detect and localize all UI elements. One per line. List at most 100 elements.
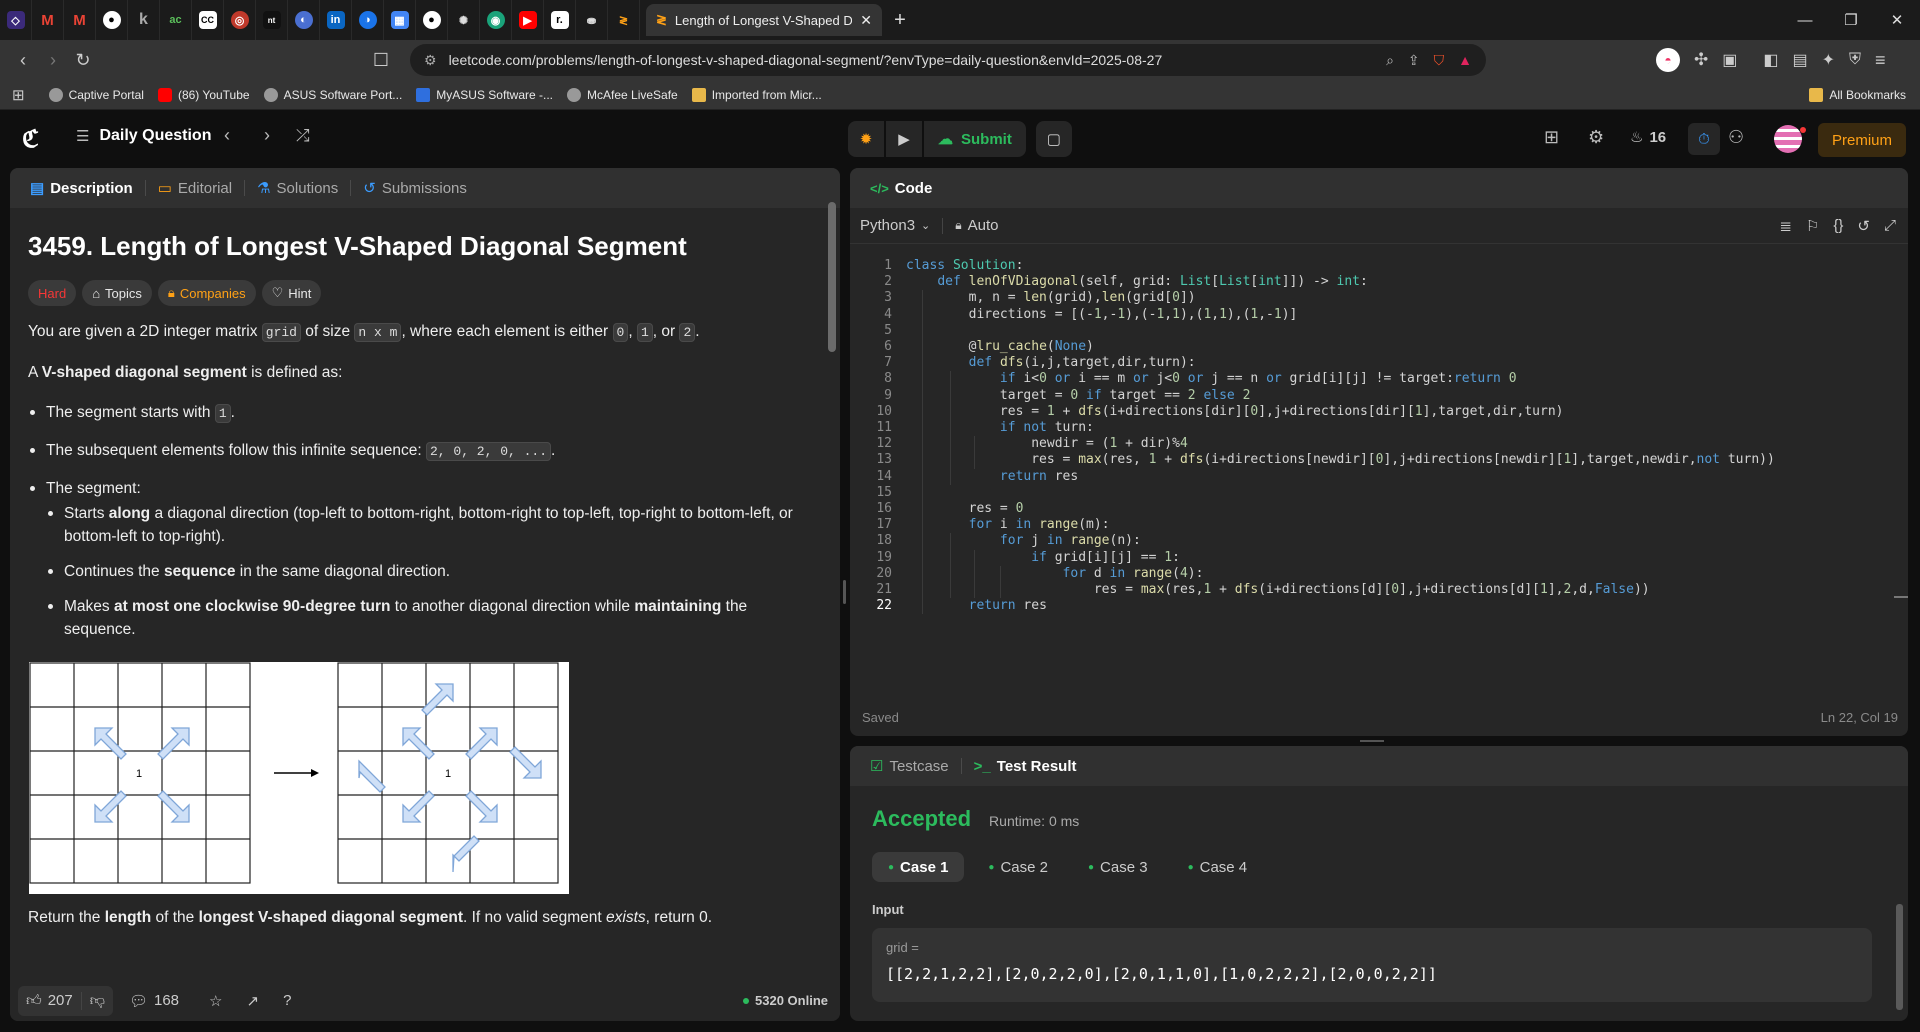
description-scrollbar[interactable] <box>828 178 836 978</box>
case-tab[interactable]: ● Case 1 <box>872 852 965 882</box>
bookmark-mcafee[interactable]: McAfee LiveSafe <box>567 87 678 102</box>
bookmark-icon[interactable]: ⚐ <box>1806 217 1819 235</box>
close-tab-icon[interactable]: ✕ <box>860 12 872 29</box>
case-tab[interactable]: ● Case 4 <box>1172 852 1264 882</box>
bookmark-captive-portal[interactable]: Captive Portal <box>48 87 144 102</box>
leo-ai-icon[interactable]: ✦ <box>1822 50 1835 70</box>
pinned-tab[interactable]: CC <box>192 0 224 40</box>
timer-icon[interactable]: ⏱ <box>1688 123 1720 155</box>
sidebar-icon[interactable]: ◧ <box>1763 50 1778 70</box>
pinned-tab[interactable]: nt <box>256 0 288 40</box>
pinned-tab[interactable]: ◇ <box>0 0 32 40</box>
pinned-tab[interactable]: in <box>320 0 352 40</box>
tab-code[interactable]: </> Code <box>864 180 938 197</box>
pinned-tab[interactable]: ▶ <box>512 0 544 40</box>
panel-resize-handle[interactable] <box>843 580 846 604</box>
tab-testcase[interactable]: ☑ Testcase <box>864 757 955 776</box>
pinned-tab[interactable]: ● <box>96 0 128 40</box>
expand-icon[interactable]: ⤢ <box>1884 217 1896 234</box>
pinned-tab[interactable]: ◉ <box>480 0 512 40</box>
back-icon[interactable]: ‹ <box>8 45 38 75</box>
thumbs-down-icon[interactable]: 👎︎ <box>80 991 113 1010</box>
layout-icon[interactable]: ⊞ <box>1544 127 1559 148</box>
difficulty-badge[interactable]: Hard <box>28 280 77 306</box>
site-info-icon[interactable]: ⚙ <box>424 52 437 69</box>
leetcode-logo[interactable]: ℭ <box>22 125 39 154</box>
apps-icon[interactable]: ⊞ <box>12 86 25 104</box>
close-window-icon[interactable]: ✕ <box>1874 0 1920 40</box>
pinned-tab[interactable]: ⛂ <box>576 0 608 40</box>
input-box[interactable]: grid = [[2,2,1,2,2],[2,0,2,2,0],[2,0,1,1… <box>872 928 1872 1002</box>
pinned-tab[interactable]: ▦ <box>384 0 416 40</box>
add-friend-icon[interactable]: ⚇ <box>1728 127 1744 148</box>
minimize-icon[interactable]: — <box>1782 0 1828 40</box>
debug-button[interactable]: ✹ <box>848 121 884 157</box>
user-avatar[interactable] <box>1774 125 1802 153</box>
topics-tag[interactable]: ⌂ Topics <box>82 280 152 306</box>
help-icon[interactable]: ? <box>283 992 291 1009</box>
shuffle-icon[interactable]: ⤮ <box>296 126 310 146</box>
settings-icon[interactable]: ⚙ <box>1588 127 1604 148</box>
next-question-icon[interactable]: › <box>264 125 270 146</box>
pinned-tab[interactable]: ◎ <box>224 0 256 40</box>
address-bar[interactable]: ⚙ leetcode.com/problems/length-of-longes… <box>410 44 1486 76</box>
run-button[interactable]: ▶ <box>886 121 922 157</box>
notes-button[interactable]: ▢ <box>1035 121 1072 157</box>
reload-icon[interactable]: ↻ <box>68 45 98 75</box>
bookmark-myasus[interactable]: MyASUS Software -... <box>416 87 553 102</box>
tab-solutions[interactable]: ⚗ Solutions <box>251 179 344 198</box>
result-scrollbar[interactable] <box>1896 904 1903 1010</box>
prev-question-icon[interactable]: ‹ <box>224 125 230 146</box>
pinned-tab[interactable]: r. <box>544 0 576 40</box>
submit-button[interactable]: ☁ Submit <box>924 121 1026 157</box>
bookmark-youtube[interactable]: (86) YouTube <box>157 87 250 102</box>
brave-shield-icon[interactable]: ⛉ <box>1434 52 1445 69</box>
pinned-tab[interactable]: M <box>32 0 64 40</box>
tab-test-result[interactable]: >_ Test Result <box>968 758 1083 775</box>
pinned-tab[interactable]: ac <box>160 0 192 40</box>
auto-mode[interactable]: 🔒︎ Auto <box>955 217 998 234</box>
share-icon[interactable]: ↗ <box>246 992 259 1010</box>
restore-icon[interactable]: ❐ <box>1828 0 1874 40</box>
screenshot-icon[interactable]: ▣ <box>1722 50 1737 70</box>
case-tab[interactable]: ● Case 3 <box>1072 852 1164 882</box>
active-tab[interactable]: ≷ Length of Longest V-Shaped Dia ✕ <box>646 4 882 36</box>
brave-rewards-icon[interactable]: ▲ <box>1458 52 1472 68</box>
pinned-tab[interactable]: k <box>128 0 160 40</box>
pinned-tab[interactable]: ◑ <box>352 0 384 40</box>
extensions-icon[interactable]: ✣ <box>1694 50 1708 70</box>
forward-icon[interactable]: › <box>38 45 68 75</box>
language-select[interactable]: Python3 ⌄ <box>860 217 930 234</box>
zoom-icon[interactable]: ⌕ <box>1386 52 1394 69</box>
premium-button[interactable]: Premium <box>1818 123 1907 157</box>
streak-counter[interactable]: ♨ 16 <box>1630 128 1666 147</box>
comments-button[interactable]: 💬︎ 168 <box>129 992 179 1010</box>
profile-avatar[interactable]: ◓ <box>1656 48 1680 72</box>
new-tab-icon[interactable]: + <box>882 0 918 40</box>
format-icon[interactable]: ≣ <box>1779 217 1792 235</box>
all-bookmarks[interactable]: All Bookmarks <box>1809 87 1906 102</box>
pinned-tab[interactable]: ● <box>416 0 448 40</box>
braces-icon[interactable]: {} <box>1833 217 1843 234</box>
like-part[interactable]: 👍︎ 207 <box>18 992 81 1010</box>
hint-tag[interactable]: ♡ Hint <box>261 280 322 306</box>
pinned-tab[interactable]: ✺ <box>448 0 480 40</box>
tab-editorial[interactable]: ▭ Editorial <box>152 179 238 198</box>
pinned-tab[interactable]: ≷ <box>608 0 640 40</box>
reset-icon[interactable]: ↺ <box>1857 217 1870 235</box>
problem-list-button[interactable]: ☰ Daily Question <box>76 127 211 145</box>
bookmark-imported[interactable]: Imported from Micr... <box>691 87 822 102</box>
like-button[interactable]: 👍︎ 207 👎︎ <box>18 985 113 1016</box>
bookmark-page-icon[interactable]: ☐ <box>366 45 396 75</box>
menu-icon[interactable]: ≡ <box>1875 50 1886 71</box>
tab-submissions[interactable]: ↺ Submissions <box>357 179 473 198</box>
share-icon[interactable]: ⇪ <box>1408 52 1420 69</box>
pinned-tab[interactable]: M <box>64 0 96 40</box>
companies-tag[interactable]: 🔒︎ Companies <box>157 280 256 306</box>
pinned-tab[interactable]: ◐ <box>288 0 320 40</box>
case-tab[interactable]: ● Case 2 <box>972 852 1064 882</box>
vpn-icon[interactable]: ⛨ <box>1849 51 1861 69</box>
wallet-icon[interactable]: ▤ <box>1793 50 1808 70</box>
bookmark-asus-software[interactable]: ASUS Software Port... <box>263 87 402 102</box>
editor-resize-handle[interactable] <box>1360 740 1384 742</box>
